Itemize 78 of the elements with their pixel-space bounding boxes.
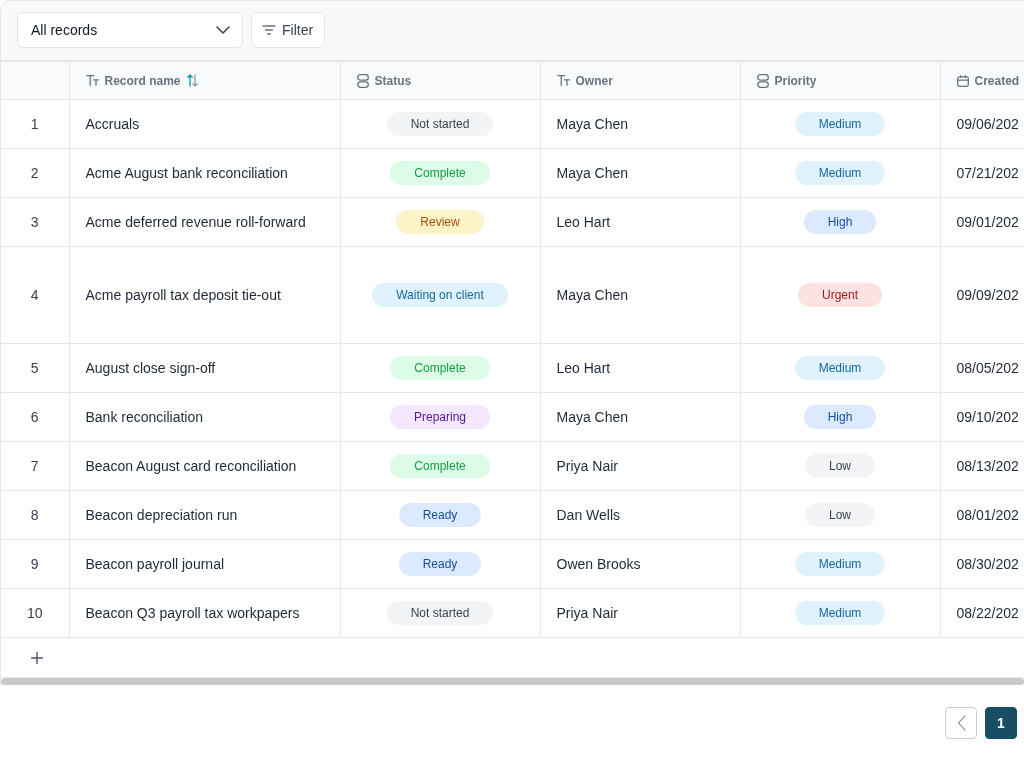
- select-field-icon: [356, 73, 369, 88]
- date-cell: 09/06/202: [956, 116, 1019, 132]
- priority-tag: Urgent: [798, 283, 882, 307]
- column-header[interactable]: Record name: [69, 62, 340, 100]
- owner-cell: Priya Nair: [556, 458, 618, 474]
- status-tag: Waiting on client: [372, 283, 508, 307]
- page-button[interactable]: 1: [985, 707, 1017, 739]
- calendar-icon: [956, 74, 969, 87]
- priority-tag: Medium: [794, 356, 886, 380]
- row-number: 8: [30, 507, 39, 523]
- column-header[interactable]: Created: [940, 62, 1024, 100]
- select-field-icon: [756, 73, 769, 88]
- date-cell: 09/01/202: [956, 214, 1019, 230]
- record-name-cell: Beacon depreciation run: [85, 507, 238, 523]
- row-number: 3: [30, 214, 39, 230]
- priority-tag: Medium: [794, 552, 886, 576]
- text-type-icon: [556, 75, 570, 86]
- horizontal-scrollbar[interactable]: [1, 678, 1024, 685]
- owner-cell: Priya Nair: [556, 605, 618, 621]
- owner-cell: Maya Chen: [556, 287, 629, 303]
- owner-cell: Maya Chen: [556, 409, 629, 425]
- record-name-cell: Accruals: [85, 116, 140, 132]
- text-type-icon: [85, 75, 99, 86]
- priority-tag: Medium: [794, 601, 886, 625]
- record-name-cell: August close sign-off: [85, 360, 216, 376]
- status-tag: Complete: [390, 161, 490, 185]
- row-number: 7: [30, 458, 39, 474]
- record-name-cell: Beacon August card reconciliation: [85, 458, 297, 474]
- priority-tag: Low: [805, 454, 875, 478]
- column-header[interactable]: Status: [340, 62, 540, 100]
- plus-icon: [31, 651, 43, 664]
- priority-tag: Low: [805, 503, 875, 527]
- date-cell: 08/01/202: [956, 507, 1019, 523]
- owner-cell: Dan Wells: [556, 507, 621, 523]
- priority-tag: High: [803, 405, 877, 429]
- row-number: 4: [30, 287, 39, 303]
- record-name-cell: Bank reconciliation: [85, 409, 203, 425]
- priority-tag: High: [803, 210, 877, 234]
- column-header[interactable]: Priority: [740, 62, 940, 100]
- row-number: 5: [30, 360, 39, 376]
- status-tag: Not started: [386, 601, 494, 625]
- row-number: 10: [26, 605, 43, 621]
- row-number: 2: [30, 165, 39, 181]
- date-cell: 09/10/202: [956, 409, 1019, 425]
- row-number: 1: [30, 116, 39, 132]
- filter-icon: [262, 25, 276, 35]
- filter-button[interactable]: Filter: [251, 12, 326, 48]
- status-tag: Not started: [386, 112, 494, 136]
- status-tag: Complete: [390, 356, 490, 380]
- owner-cell: Owen Brooks: [556, 556, 641, 572]
- status-tag: Ready: [398, 552, 482, 576]
- row-number: 6: [30, 409, 39, 425]
- record-name-cell: Acme August bank reconciliation: [85, 165, 288, 181]
- date-cell: 08/30/202: [956, 556, 1019, 572]
- owner-cell: Leo Hart: [556, 214, 611, 230]
- date-cell: 08/13/202: [956, 458, 1019, 474]
- status-tag: Preparing: [390, 405, 490, 429]
- status-tag: Complete: [390, 454, 490, 478]
- priority-tag: Medium: [794, 161, 886, 185]
- chevron-down-icon: [216, 26, 230, 34]
- owner-cell: Leo Hart: [556, 360, 611, 376]
- status-tag: Review: [396, 210, 484, 234]
- owner-cell: Maya Chen: [556, 116, 629, 132]
- date-cell: 07/21/202: [956, 165, 1019, 181]
- row-number: 9: [30, 556, 39, 572]
- owner-cell: Maya Chen: [556, 165, 629, 181]
- date-cell: 08/05/202: [956, 360, 1019, 376]
- priority-tag: Medium: [794, 112, 886, 136]
- record-name-cell: Acme deferred revenue roll-forward: [85, 214, 306, 230]
- record-name-cell: Beacon payroll journal: [85, 556, 225, 572]
- date-cell: 09/09/202: [956, 287, 1019, 303]
- column-header[interactable]: Owner: [540, 62, 740, 100]
- view-select[interactable]: All records: [17, 12, 243, 48]
- date-cell: 08/22/202: [956, 605, 1019, 621]
- record-name-cell: Beacon Q3 payroll tax workpapers: [85, 605, 300, 621]
- record-name-cell: Acme payroll tax deposit tie-out: [85, 287, 281, 303]
- chevron-left-icon: [956, 715, 966, 731]
- status-tag: Ready: [398, 503, 482, 527]
